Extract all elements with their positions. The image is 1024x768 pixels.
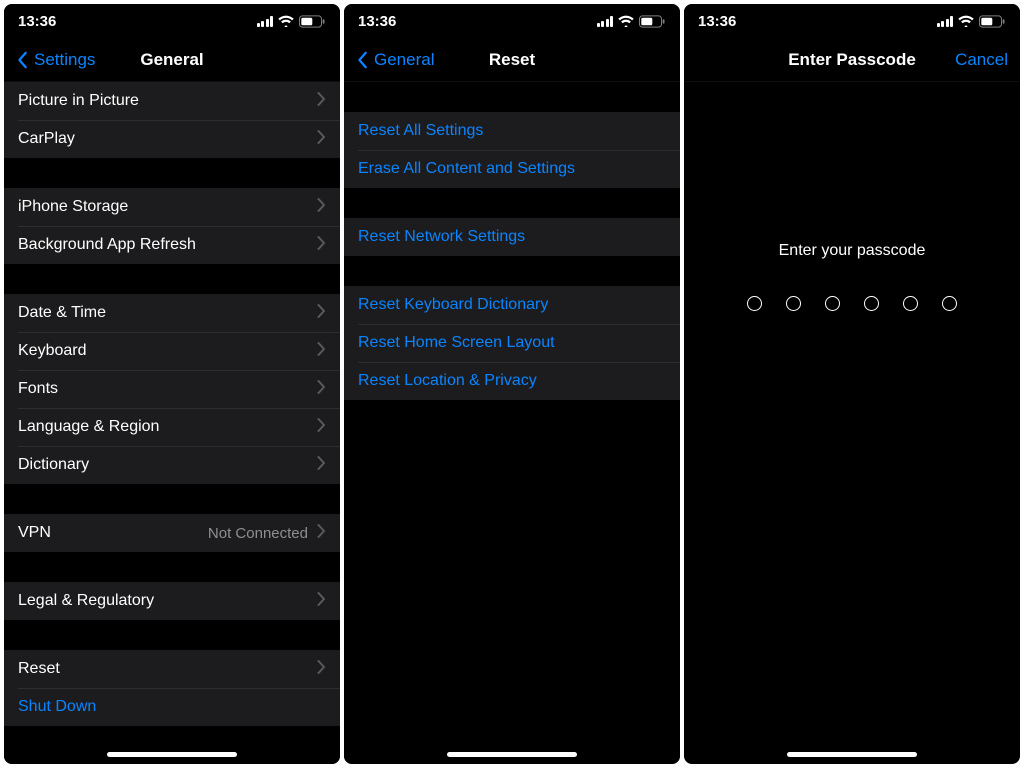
nav-title: General: [140, 50, 203, 70]
list-item[interactable]: Fonts: [4, 370, 340, 408]
row-label: Reset All Settings: [358, 122, 666, 140]
back-button[interactable]: General: [350, 38, 438, 81]
row-label: Shut Down: [18, 698, 326, 716]
chevron-right-icon: [316, 130, 326, 149]
row-value: Not Connected: [208, 525, 308, 542]
chevron-right-icon: [316, 342, 326, 361]
signal-icon: [257, 16, 274, 27]
list-item[interactable]: Reset Network Settings: [344, 218, 680, 256]
chevron-right-icon: [316, 304, 326, 323]
row-label: Background App Refresh: [18, 236, 316, 254]
list-item[interactable]: Language & Region: [4, 408, 340, 446]
list-item[interactable]: Shut Down: [4, 688, 340, 726]
passcode-dot: [747, 296, 762, 311]
list-item[interactable]: Dictionary: [4, 446, 340, 484]
chevron-right-icon: [316, 236, 326, 255]
row-label: Reset Network Settings: [358, 228, 666, 246]
chevron-left-icon: [354, 51, 372, 69]
cancel-button[interactable]: Cancel: [955, 38, 1008, 81]
battery-icon: [639, 15, 666, 28]
chevron-right-icon: [316, 456, 326, 475]
navbar: Settings General: [4, 38, 340, 82]
row-label: Keyboard: [18, 342, 316, 360]
chevron-right-icon: [316, 592, 326, 611]
navbar: Enter Passcode Cancel: [684, 38, 1020, 82]
phone-general: 13:36 Settings General Picture in Pictur…: [4, 4, 340, 764]
list-item[interactable]: Reset All Settings: [344, 112, 680, 150]
navbar: General Reset: [344, 38, 680, 82]
list-item[interactable]: Reset: [4, 650, 340, 688]
phone-reset: 13:36 General Reset Reset All Settings Er…: [344, 4, 680, 764]
signal-icon: [597, 16, 614, 27]
clock: 13:36: [18, 13, 56, 30]
chevron-right-icon: [316, 92, 326, 111]
statusbar: 13:36: [4, 4, 340, 38]
list-item[interactable]: Keyboard: [4, 332, 340, 370]
row-label: Reset Home Screen Layout: [358, 334, 666, 352]
status-right: [597, 15, 667, 28]
nav-title: Reset: [489, 50, 535, 70]
row-label: VPN: [18, 524, 208, 542]
list-item[interactable]: CarPlay: [4, 120, 340, 158]
chevron-right-icon: [316, 418, 326, 437]
chevron-left-icon: [14, 51, 32, 69]
home-indicator[interactable]: [107, 752, 237, 757]
list-item[interactable]: Reset Location & Privacy: [344, 362, 680, 400]
list-item[interactable]: Erase All Content and Settings: [344, 150, 680, 188]
row-label: Reset Location & Privacy: [358, 372, 666, 390]
passcode-dot: [786, 296, 801, 311]
passcode-dot: [864, 296, 879, 311]
row-label: Reset: [18, 660, 316, 678]
signal-icon: [937, 16, 954, 27]
phone-passcode: 13:36 Enter Passcode Cancel Enter your p…: [684, 4, 1020, 764]
row-label: Language & Region: [18, 418, 316, 436]
home-indicator[interactable]: [787, 752, 917, 757]
passcode-dot: [942, 296, 957, 311]
row-label: CarPlay: [18, 130, 316, 148]
row-label: Picture in Picture: [18, 92, 316, 110]
chevron-right-icon: [316, 380, 326, 399]
chevron-right-icon: [316, 198, 326, 217]
nav-title: Enter Passcode: [788, 50, 916, 70]
list-item[interactable]: Legal & Regulatory: [4, 582, 340, 620]
row-label: Erase All Content and Settings: [358, 160, 666, 178]
list-item[interactable]: Background App Refresh: [4, 226, 340, 264]
passcode-dot: [825, 296, 840, 311]
list-item[interactable]: Reset Keyboard Dictionary: [344, 286, 680, 324]
status-right: [257, 15, 327, 28]
list-item[interactable]: Date & Time: [4, 294, 340, 332]
list-item[interactable]: VPNNot Connected: [4, 514, 340, 552]
back-label: General: [374, 50, 434, 70]
wifi-icon: [618, 15, 634, 27]
row-label: Legal & Regulatory: [18, 592, 316, 610]
row-label: Fonts: [18, 380, 316, 398]
battery-icon: [979, 15, 1006, 28]
list-item[interactable]: Picture in Picture: [4, 82, 340, 120]
settings-list[interactable]: Picture in Picture CarPlay iPhone Storage B…: [4, 82, 340, 764]
battery-icon: [299, 15, 326, 28]
row-label: iPhone Storage: [18, 198, 316, 216]
statusbar: 13:36: [684, 4, 1020, 38]
wifi-icon: [958, 15, 974, 27]
clock: 13:36: [698, 13, 736, 30]
chevron-right-icon: [316, 660, 326, 679]
home-indicator[interactable]: [447, 752, 577, 757]
row-label: Dictionary: [18, 456, 316, 474]
statusbar: 13:36: [344, 4, 680, 38]
list-item[interactable]: iPhone Storage: [4, 188, 340, 226]
passcode-dot: [903, 296, 918, 311]
list-item[interactable]: Reset Home Screen Layout: [344, 324, 680, 362]
chevron-right-icon: [316, 524, 326, 543]
row-label: Date & Time: [18, 304, 316, 322]
passcode-dots: [747, 296, 957, 311]
wifi-icon: [278, 15, 294, 27]
reset-list[interactable]: Reset All Settings Erase All Content and …: [344, 82, 680, 764]
passcode-prompt: Enter your passcode: [779, 242, 926, 260]
passcode-area: Enter your passcode: [684, 82, 1020, 764]
back-label: Settings: [34, 50, 95, 70]
clock: 13:36: [358, 13, 396, 30]
status-right: [937, 15, 1007, 28]
row-label: Reset Keyboard Dictionary: [358, 296, 666, 314]
back-button[interactable]: Settings: [10, 38, 99, 81]
